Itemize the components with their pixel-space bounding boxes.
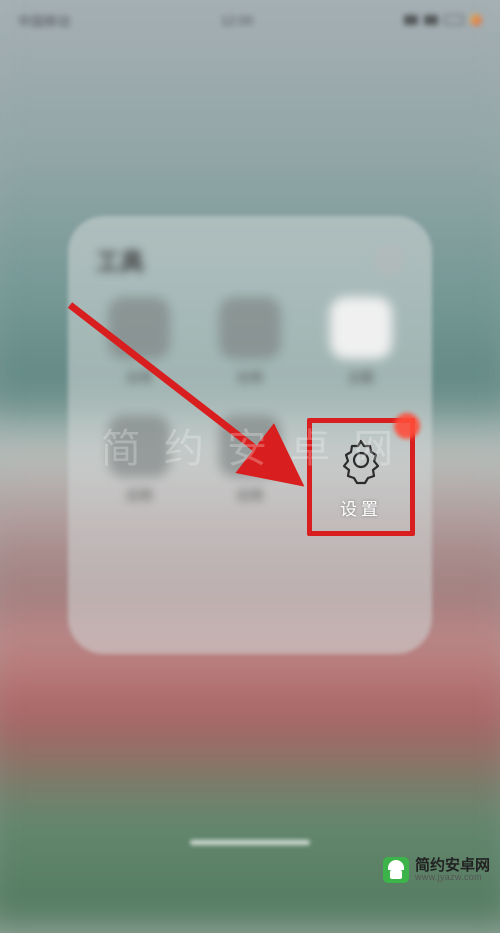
app-item[interactable]: 应用: [197, 415, 304, 527]
watermark-bottom: 简约安卓网 www.jyazw.com: [383, 857, 490, 883]
app-item[interactable]: 主题: [307, 297, 414, 409]
app-label: 应用: [237, 367, 263, 386]
app-label: 应用: [126, 485, 152, 504]
signal-icon: [404, 15, 418, 25]
app-icon: [330, 297, 392, 359]
clock: 12:00: [221, 13, 254, 28]
wifi-icon: [424, 15, 438, 25]
watermark-brand: 简约安卓网: [415, 858, 490, 873]
app-icon: [108, 415, 170, 477]
status-icons: [404, 14, 482, 26]
app-item[interactable]: 应用: [86, 297, 193, 409]
folder-title: 工具: [96, 242, 144, 277]
app-icon: [219, 297, 281, 359]
notification-dot-icon: [470, 14, 482, 26]
notification-badge: [394, 413, 420, 439]
app-item[interactable]: 应用: [197, 297, 304, 409]
status-bar: 中国移动 12:00: [0, 0, 500, 40]
home-indicator[interactable]: [190, 840, 310, 845]
app-item[interactable]: 应用: [86, 415, 193, 527]
battery-icon: [444, 15, 464, 25]
app-label: 应用: [237, 485, 263, 504]
app-label: 应用: [126, 367, 152, 386]
watermark-url: www.jyazw.com: [415, 873, 490, 882]
app-icon: [219, 415, 281, 477]
gear-icon: [336, 435, 386, 485]
settings-label: 设置: [340, 495, 382, 520]
app-label: 主题: [348, 367, 374, 386]
android-logo-icon: [383, 857, 409, 883]
folder-edit-button[interactable]: [374, 245, 404, 275]
settings-app-highlight[interactable]: 设置: [307, 418, 415, 536]
carrier-label: 中国移动: [18, 11, 70, 30]
app-icon: [108, 297, 170, 359]
